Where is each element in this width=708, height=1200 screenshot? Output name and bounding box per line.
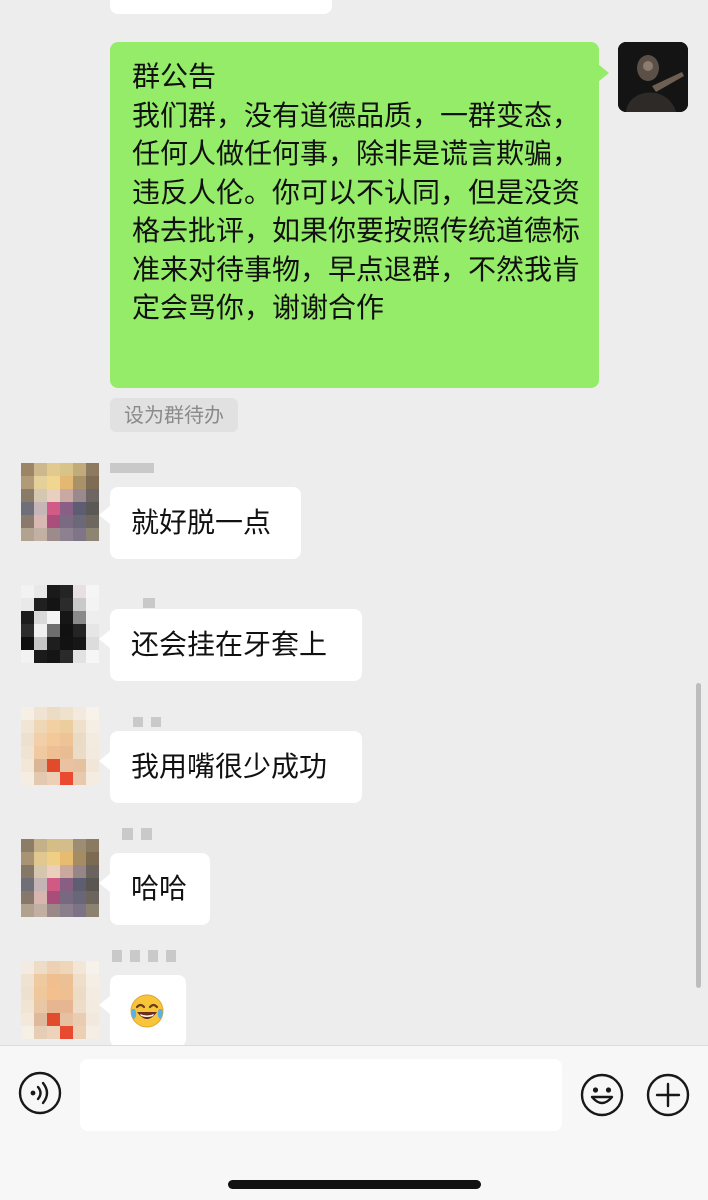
voice-button[interactable]: [18, 1071, 62, 1115]
input-bar: [0, 1045, 708, 1200]
message-bubble-tail: [99, 752, 110, 770]
message-text: 我用嘴很少成功: [131, 750, 328, 783]
previous-message-bubble[interactable]: [110, 0, 332, 14]
message-bubble[interactable]: 就好脱一点: [110, 487, 301, 559]
more-button[interactable]: [646, 1073, 690, 1117]
message-bubble-tail: [99, 506, 110, 524]
own-avatar-image: [618, 42, 688, 112]
own-avatar[interactable]: [618, 42, 688, 112]
sender-name-censored: [112, 950, 176, 962]
home-indicator: [228, 1180, 481, 1189]
sender-name-censored: [143, 598, 155, 608]
announcement-text: 群公告 我们群，没有道德品质，一群变态，任何人做任何事，除非是谎言欺骗，违反人伦…: [132, 60, 581, 324]
announcement-bubble-tail: [598, 64, 609, 82]
message-input[interactable]: [80, 1059, 562, 1131]
voice-icon: [18, 1071, 62, 1115]
chat-area[interactable]: 群公告 我们群，没有道德品质，一群变态，任何人做任何事，除非是谎言欺骗，违反人伦…: [0, 0, 708, 1045]
message-bubble-tail: [99, 874, 110, 892]
message-text: 就好脱一点: [131, 506, 272, 539]
message-bubble[interactable]: [110, 975, 186, 1045]
message-bubble-tail: [99, 996, 110, 1014]
plus-icon: [646, 1073, 690, 1117]
message-bubble[interactable]: 我用嘴很少成功: [110, 731, 362, 803]
message-text: 还会挂在牙套上: [131, 628, 328, 661]
avatar-censored[interactable]: [21, 463, 99, 541]
sender-name-censored: [110, 463, 154, 473]
chat-scrollbar[interactable]: [696, 683, 701, 988]
sender-name-censored: [122, 828, 152, 840]
emoji-button[interactable]: [580, 1073, 624, 1117]
emoji-icon: [580, 1073, 624, 1117]
set-as-todo-button[interactable]: 设为群待办: [110, 398, 238, 432]
sender-name-censored: [133, 717, 161, 727]
face-with-tears-of-joy-icon: [130, 994, 164, 1028]
avatar-censored[interactable]: [21, 707, 99, 785]
avatar-censored[interactable]: [21, 585, 99, 663]
avatar-censored[interactable]: [21, 961, 99, 1039]
announcement-bubble[interactable]: 群公告 我们群，没有道德品质，一群变态，任何人做任何事，除非是谎言欺骗，违反人伦…: [110, 42, 599, 388]
message-bubble[interactable]: 还会挂在牙套上: [110, 609, 362, 681]
message-bubble[interactable]: 哈哈: [110, 853, 210, 925]
message-text: 哈哈: [131, 872, 188, 905]
message-bubble-tail: [99, 630, 110, 648]
avatar-censored[interactable]: [21, 839, 99, 917]
